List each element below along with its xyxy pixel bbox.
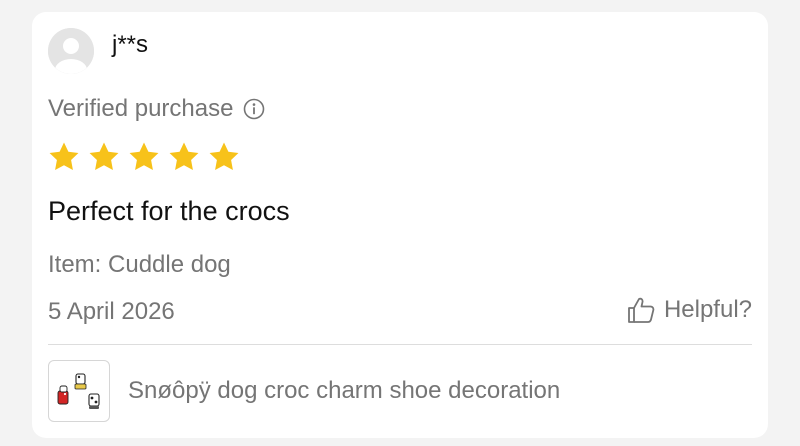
divider: [48, 344, 752, 345]
star-icon: [49, 142, 79, 171]
product-image: [57, 373, 100, 409]
star-icon: [129, 142, 159, 171]
verified-purchase-label: Verified purchase: [48, 95, 234, 122]
review-card: j**s Verified purchase Perfect for the c…: [32, 12, 768, 438]
star-icon: [169, 142, 199, 171]
reviewer-name: j**s: [112, 31, 149, 58]
helpful-button[interactable]: Helpful?: [626, 295, 752, 325]
review-date: 5 April 2026: [48, 298, 175, 325]
helpful-label: Helpful?: [663, 296, 752, 323]
default-avatar-icon: [48, 28, 94, 74]
item-variant: Item: Cuddle dog: [48, 251, 231, 278]
star-icon: [209, 142, 239, 171]
info-icon[interactable]: [243, 98, 265, 120]
verified-purchase: Verified purchase: [48, 94, 265, 124]
thumbs-up-icon: [628, 297, 655, 323]
review-text: Perfect for the crocs: [48, 196, 290, 226]
star-icon: [89, 142, 119, 171]
star-rating: [47, 140, 241, 174]
product-thumbnail: [48, 360, 110, 422]
product-name: Snøôpÿ dog croc charm shoe decoration: [128, 377, 561, 404]
avatar: [48, 28, 94, 74]
product-link[interactable]: Snøôpÿ dog croc charm shoe decoration: [48, 360, 560, 422]
